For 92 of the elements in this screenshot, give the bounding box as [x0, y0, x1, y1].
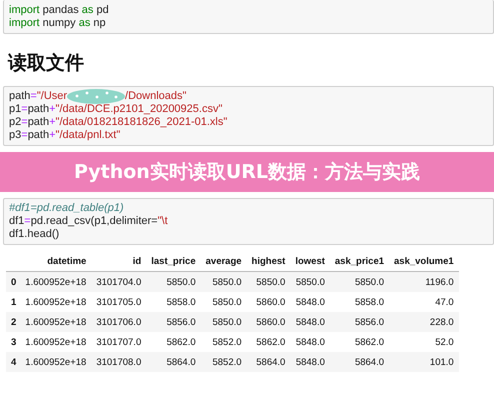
code-token: path	[28, 103, 50, 116]
table-cell: 3101704.0	[96, 276, 142, 288]
table-cell: 5848.0	[296, 316, 325, 328]
row-index: 4	[11, 356, 16, 368]
code-token: /Downloads"	[125, 90, 186, 103]
table-cell: 5848.0	[296, 356, 325, 368]
column-header: highest	[252, 256, 286, 267]
table-cell: 1.600952e+18	[25, 316, 86, 328]
table-cell: 5850.0	[212, 296, 242, 308]
table-cell: 5864.0	[354, 356, 384, 368]
code-token: +	[49, 116, 56, 129]
section-heading: 读取文件	[8, 51, 85, 76]
table-cell: 1.600952e+18	[25, 296, 86, 308]
code-cell[interactable]: import pandas as pd import numpy as np	[3, 0, 494, 34]
column-header: lowest	[295, 256, 325, 267]
table-cell: 5862.0	[166, 336, 196, 348]
table-cell: 5848.0	[296, 296, 325, 308]
table-cell: 5864.0	[256, 356, 286, 368]
code-token: "\t	[158, 215, 168, 228]
column-header: id	[132, 256, 142, 267]
code-token: df1	[9, 215, 24, 228]
table-cell: 5858.0	[166, 296, 196, 308]
code-token: "/data/DCE.p2101_20200925.csv"	[56, 103, 222, 116]
row-index: 2	[11, 316, 16, 328]
table-cell: 5848.0	[296, 336, 325, 348]
table-cell: 5850.0	[212, 276, 242, 288]
table-cell: 101.0	[430, 356, 454, 368]
table-cell: 5850.0	[354, 276, 384, 288]
code-token: as	[78, 17, 90, 30]
code-token: pd	[95, 4, 109, 17]
table-cell: 1.600952e+18	[25, 336, 86, 348]
code-cell[interactable]: #df1=pd.read_table(p1) df1=pd.read_csv(p1,delimiter="\t df1.head()	[3, 198, 494, 245]
table-cell: 47.0	[435, 296, 454, 308]
code-token: =	[30, 90, 37, 103]
code-token: "/User	[36, 90, 68, 103]
code-token: np	[92, 17, 106, 30]
code-token: "/data/pnl.txt"	[56, 129, 120, 142]
table-cell: 5850.0	[166, 276, 196, 288]
table-cell: 5860.0	[256, 316, 286, 328]
code-token: p1	[9, 103, 22, 116]
table-cell: 3101708.0	[96, 356, 142, 368]
row-index: 0	[11, 276, 16, 288]
code-token: "/data/018218181826_2021-01.xls"	[56, 116, 228, 129]
table-cell: 1.600952e+18	[25, 356, 86, 368]
code-token: numpy	[42, 17, 77, 30]
code-token: +	[49, 103, 56, 116]
code-token: #df1=pd.read_table(p1)	[9, 202, 124, 215]
redaction-drawing	[67, 89, 126, 104]
table-cell: 3101705.0	[96, 296, 142, 308]
code-token: path	[28, 129, 50, 142]
column-header: ask_volume1	[394, 256, 454, 267]
code-token: p2	[9, 116, 22, 129]
code-token: =	[24, 215, 31, 228]
banner-title: Python实时读取URL数据：方法与实践	[74, 160, 420, 185]
code-token: as	[82, 4, 94, 17]
code-token: p3	[9, 129, 22, 142]
code-token: pd.read_csv(p1,delimiter=	[30, 215, 158, 228]
column-header: average	[206, 256, 242, 267]
table-cell: 5862.0	[354, 336, 384, 348]
table-cell: 5856.0	[354, 316, 384, 328]
table-cell: 5864.0	[166, 356, 196, 368]
table-cell: 5856.0	[166, 316, 196, 328]
table-cell: 1196.0	[425, 276, 454, 288]
code-cell[interactable]: path="/User /Downloads" p1=path+"/data/DCE.p2101_20200925.csv" p2=path+"/data/018218181826_2021-01.xls" p3=path+"/data/pnl.txt"	[3, 86, 494, 146]
table-cell: 5860.0	[256, 296, 286, 308]
code-token: import	[9, 17, 40, 30]
column-header: datetime	[47, 256, 86, 267]
column-header: last_price	[151, 256, 196, 267]
table-cell: 5850.0	[296, 276, 325, 288]
table-cell: 5858.0	[354, 296, 384, 308]
table-cell: 3101707.0	[96, 336, 142, 348]
code-token: pandas	[42, 4, 80, 17]
row-index: 1	[11, 296, 16, 308]
table-cell: 5852.0	[212, 336, 242, 348]
code-token: =	[21, 129, 28, 142]
table-cell: 228.0	[430, 316, 454, 328]
table-cell: 1.600952e+18	[25, 276, 86, 288]
code-token: df1.head()	[9, 228, 60, 241]
code-token: =	[21, 116, 28, 129]
table-cell: 5862.0	[256, 336, 286, 348]
table-cell: 5850.0	[256, 276, 286, 288]
code-token: =	[21, 103, 28, 116]
row-index: 3	[11, 336, 16, 348]
code-token: import	[9, 4, 40, 17]
table-cell: 5850.0	[212, 316, 242, 328]
column-header: ask_price1	[334, 256, 384, 267]
table-cell: 52.0	[435, 336, 454, 348]
code-token: path	[28, 116, 50, 129]
table-cell: 5852.0	[212, 356, 242, 368]
table-cell: 3101706.0	[96, 316, 142, 328]
code-token: path	[9, 90, 30, 103]
code-token: +	[49, 129, 56, 142]
